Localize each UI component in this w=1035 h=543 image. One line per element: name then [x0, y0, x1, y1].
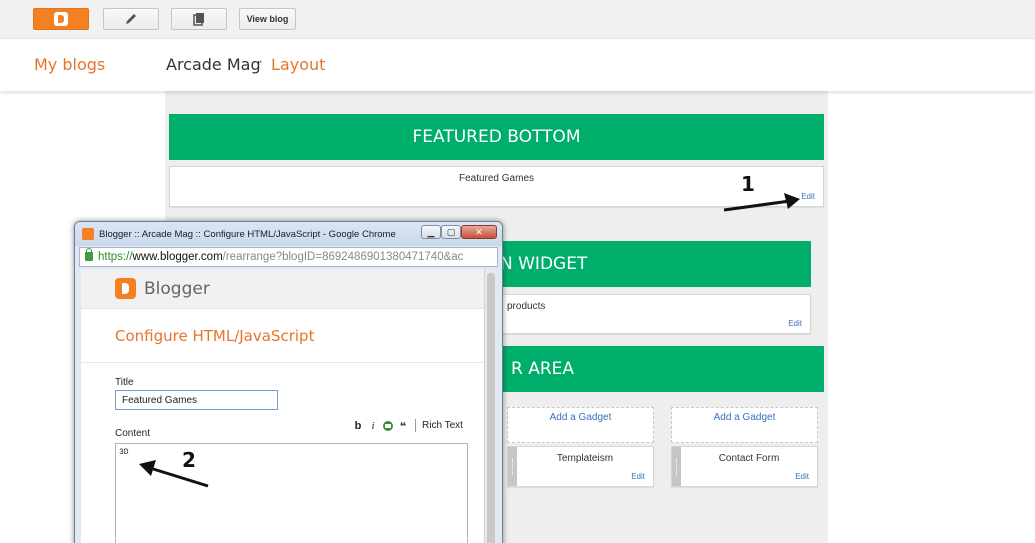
- close-button[interactable]: ✕: [461, 225, 497, 239]
- content-value: 3D: [119, 448, 129, 457]
- blogger-page-header: Blogger: [81, 269, 484, 309]
- templateism-edit-link[interactable]: Edit: [631, 472, 645, 481]
- blogger-favicon-icon: [82, 228, 94, 240]
- add-gadget-link[interactable]: Add a Gadget: [507, 407, 654, 443]
- image-icon: [382, 421, 393, 431]
- minimize-button[interactable]: ▁: [421, 225, 441, 239]
- popup-page: Blogger Configure HTML/JavaScript Title …: [81, 269, 484, 543]
- pencil-icon: [126, 14, 136, 24]
- blogger-brand: Blogger: [144, 279, 210, 299]
- toolbar-separator: [415, 419, 416, 432]
- scrollbar-thumb[interactable]: [487, 273, 495, 543]
- breadcrumb-separator: ·: [258, 53, 264, 70]
- view-blog-button[interactable]: View blog: [239, 8, 296, 30]
- title-label: Title: [115, 377, 134, 388]
- featured-bottom-title: FEATURED BOTTOM: [412, 127, 581, 147]
- page-header: My blogs Arcade Mag · Layout: [0, 39, 1035, 91]
- popup-titlebar[interactable]: Blogger :: Arcade Mag :: Configure HTML/…: [75, 222, 502, 246]
- url-text: https://www.blogger.com/rearrange?blogID…: [98, 251, 463, 263]
- contact-form-edit-link[interactable]: Edit: [795, 472, 809, 481]
- content-label: Content: [115, 428, 151, 439]
- configure-popup-window: Blogger :: Arcade Mag :: Configure HTML/…: [74, 221, 503, 543]
- annotation-arrow-2-icon: [139, 460, 209, 488]
- url-scheme: https://: [98, 251, 133, 263]
- widget-section: N WIDGET: [485, 241, 811, 287]
- rich-text-link[interactable]: Rich Text: [422, 420, 463, 431]
- url-path: /rearrange?blogID=8692486901380471740&ac: [222, 251, 464, 263]
- configure-heading: Configure HTML/JavaScript: [115, 327, 315, 345]
- blockquote-button[interactable]: ❝: [397, 419, 409, 433]
- add-gadget-link[interactable]: Add a Gadget: [671, 407, 818, 443]
- maximize-button[interactable]: ▢: [441, 225, 461, 239]
- products-edit-link[interactable]: Edit: [788, 319, 802, 328]
- quote-icon: ❝: [399, 420, 407, 433]
- close-icon: ✕: [475, 226, 483, 237]
- bold-button[interactable]: b: [352, 419, 364, 433]
- blogger-logo-icon: [115, 278, 136, 299]
- gadget-title: Contact Form: [718, 453, 780, 464]
- url-host: www.blogger.com: [132, 251, 223, 263]
- featured-games-edit-link[interactable]: Edit: [801, 192, 815, 201]
- top-toolbar: View blog: [0, 0, 1035, 39]
- maximize-icon: ▢: [446, 226, 456, 237]
- divider: [81, 362, 484, 363]
- blogger-home-button[interactable]: [33, 8, 89, 30]
- featured-bottom-section: FEATURED BOTTOM: [169, 114, 824, 160]
- templateism-gadget[interactable]: Templateism Edit: [507, 446, 654, 487]
- minimize-icon: ▁: [427, 226, 435, 237]
- bold-icon: b: [354, 420, 362, 432]
- widget-section-title: N WIDGET: [500, 254, 588, 274]
- italic-icon: i: [371, 420, 375, 432]
- my-blogs-link[interactable]: My blogs: [34, 55, 105, 74]
- gadget-title: Featured Games: [458, 173, 535, 184]
- popup-window-title: Blogger :: Arcade Mag :: Configure HTML/…: [99, 229, 396, 240]
- blog-name[interactable]: Arcade Mag: [166, 55, 261, 74]
- lock-icon: [85, 248, 93, 261]
- layout-breadcrumb[interactable]: Layout: [271, 55, 325, 74]
- title-input[interactable]: [115, 390, 278, 410]
- annotation-arrow-1-icon: [723, 193, 800, 212]
- pages-icon: [193, 13, 204, 26]
- new-post-button[interactable]: [103, 8, 159, 30]
- pages-button[interactable]: [171, 8, 227, 30]
- blogger-logo-icon: [54, 12, 68, 26]
- area-section: R AREA: [485, 346, 824, 392]
- contact-form-gadget[interactable]: Contact Form Edit: [671, 446, 818, 487]
- gadget-title: products: [507, 301, 546, 312]
- insert-image-button[interactable]: [381, 419, 394, 433]
- gadget-title: Templateism: [556, 453, 614, 464]
- area-section-title: R AREA: [511, 359, 575, 379]
- products-gadget: products Edit: [485, 294, 811, 334]
- italic-button[interactable]: i: [368, 419, 378, 433]
- popup-scrollbar[interactable]: [484, 269, 497, 543]
- address-bar[interactable]: https://www.blogger.com/rearrange?blogID…: [79, 247, 498, 267]
